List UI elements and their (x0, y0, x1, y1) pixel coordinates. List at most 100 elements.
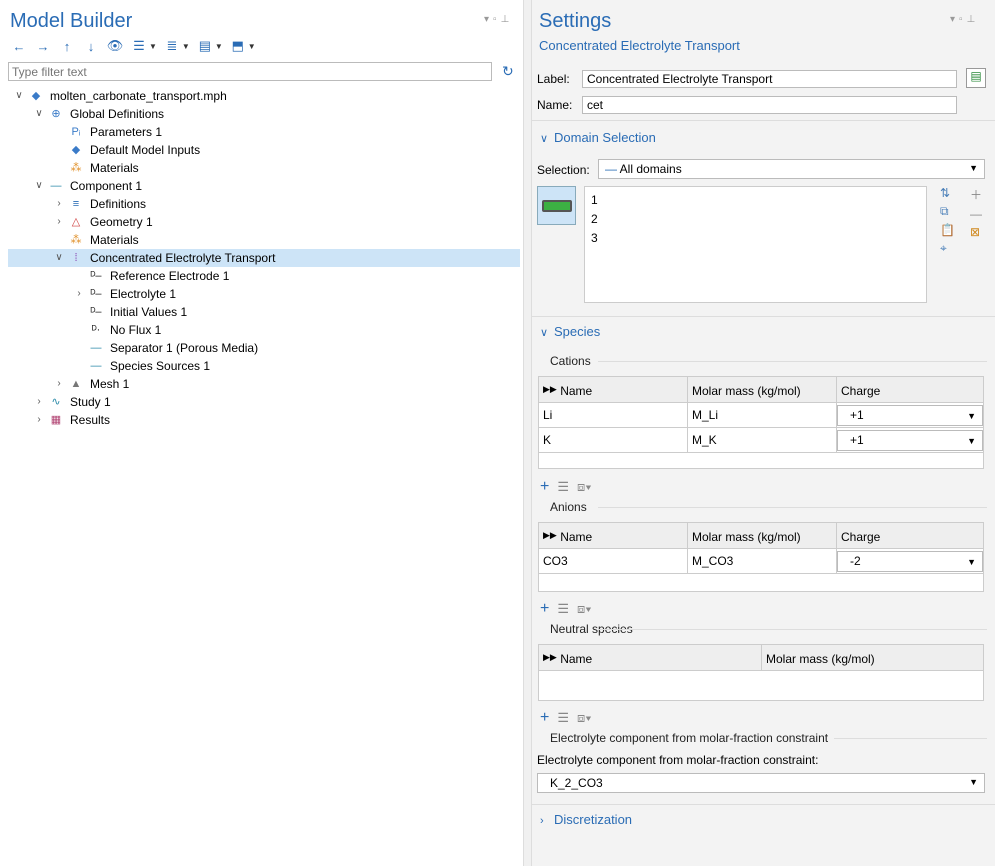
tree-node[interactable]: ᴰ– Initial Values 1 (8, 303, 520, 321)
table-options-icon[interactable]: ⧈▾ (577, 479, 592, 495)
domain-item[interactable]: 2 (591, 210, 598, 229)
refresh-icon[interactable]: ↻ (502, 63, 514, 80)
tree-node[interactable]: ⁂ Materials (8, 159, 520, 177)
expand-arrow-icon[interactable]: › (54, 375, 64, 393)
tree-node[interactable]: › ∿ Study 1 (8, 393, 520, 411)
delete-rows-icon[interactable]: ☰ (557, 710, 569, 726)
tree-node[interactable]: ∨ — Component 1 (8, 177, 520, 195)
delete-rows-icon[interactable]: ☰ (557, 601, 569, 617)
forward-icon[interactable]: → (34, 38, 52, 54)
view-menu-icon[interactable]: ▾ (950, 14, 955, 25)
pin-icon[interactable]: ⊥ (501, 14, 510, 25)
pin-icon[interactable]: ⊥ (967, 14, 976, 25)
tree-filter-input[interactable] (8, 62, 492, 81)
pane-splitter[interactable] (524, 0, 531, 866)
tree-node[interactable]: › ≡ Definitions (8, 195, 520, 213)
column-header-name[interactable]: ▶▶ Name (538, 644, 762, 671)
column-header-charge[interactable]: Charge (836, 522, 984, 549)
charge-dropdown[interactable]: +1 ▼ (837, 404, 983, 426)
label-field[interactable]: Concentrated Electrolyte Transport (582, 70, 957, 88)
tree-node[interactable]: › ▦ Results (8, 411, 520, 429)
tree-node[interactable]: Pᵢ Parameters 1 (8, 123, 520, 141)
tree-node-label: Materials (90, 233, 139, 247)
domain-item[interactable]: 3 (591, 229, 598, 248)
column-header-name[interactable]: ▶▶ Name (538, 376, 688, 403)
column-header-charge[interactable]: Charge (836, 376, 984, 403)
discretization-header[interactable]: › Discretization (540, 812, 632, 827)
minimize-icon[interactable]: ▫ (959, 14, 963, 25)
table-row[interactable]: K M_K +1 ▼ (538, 427, 984, 453)
species-name-cell[interactable]: K (538, 427, 688, 453)
expand-icon[interactable]: ☰ (130, 38, 148, 54)
tree-node-label: Parameters 1 (90, 125, 163, 139)
species-name-cell[interactable]: CO3 (538, 548, 688, 574)
name-field[interactable]: cet (582, 96, 957, 114)
expand-arrow-icon[interactable]: › (54, 213, 64, 231)
tree-node[interactable]: — Separator 1 (Porous Media) (8, 339, 520, 357)
tree-node[interactable]: ᴰ· No Flux 1 (8, 321, 520, 339)
domain-selection-header[interactable]: ∨ Domain Selection (540, 130, 656, 145)
copy-icon[interactable]: ⧉ (940, 204, 955, 219)
charge-dropdown[interactable]: +1 ▼ (837, 429, 983, 451)
tree-node[interactable]: ᴰ– Reference Electrode 1 (8, 267, 520, 285)
active-toggle-button[interactable] (537, 186, 576, 225)
tree-node[interactable]: › ᴰ– Electrolyte 1 (8, 285, 520, 303)
remove-icon[interactable]: — (970, 207, 982, 221)
show-icon[interactable]: 👁 (106, 38, 124, 54)
add-row-icon[interactable]: + (540, 600, 549, 618)
tree-node[interactable]: ∨ ◆ molten_carbonate_transport.mph (8, 87, 520, 105)
table-options-icon[interactable]: ⧈▾ (577, 710, 592, 726)
collapse-arrow-icon[interactable]: ∨ (14, 87, 24, 105)
expand-arrow-icon[interactable]: › (34, 393, 44, 411)
domain-item[interactable]: 1 (591, 191, 598, 210)
molar-mass-cell[interactable]: M_CO3 (687, 548, 837, 574)
add-row-icon[interactable]: + (540, 709, 549, 727)
empty-row (538, 573, 984, 592)
zoom-selection-icon[interactable]: ⌖ (940, 241, 955, 256)
charge-dropdown[interactable]: -2 ▼ (837, 550, 983, 572)
component-icon: — (50, 180, 62, 192)
table-options-icon[interactable]: ⧈▾ (577, 601, 592, 617)
sort-icon[interactable]: ≣ (163, 38, 181, 54)
tree-node[interactable]: ∨ ⊕ Global Definitions (8, 105, 520, 123)
collapse-arrow-icon[interactable]: ∨ (34, 105, 44, 123)
molar-mass-cell[interactable]: M_Li (687, 402, 837, 428)
select-box-icon[interactable]: ⇅ (940, 186, 955, 200)
minimize-icon[interactable]: ▫ (493, 14, 497, 25)
molar-mass-cell[interactable]: M_K (687, 427, 837, 453)
selection-dropdown[interactable]: — All domains ▼ (598, 159, 985, 179)
tree-node[interactable]: ⁂ Materials (8, 231, 520, 249)
back-icon[interactable]: ← (10, 38, 28, 54)
view-menu-icon[interactable]: ▾ (484, 14, 489, 25)
column-header-molar-mass[interactable]: Molar mass (kg/mol) (761, 644, 984, 671)
collapse-arrow-icon[interactable]: ∨ (54, 249, 64, 267)
tree-node[interactable]: ◆ Default Model Inputs (8, 141, 520, 159)
expand-arrow-icon[interactable]: › (74, 285, 84, 303)
species-header[interactable]: ∨ Species (540, 324, 600, 339)
tree-node[interactable]: › △ Geometry 1 (8, 213, 520, 231)
move-down-icon[interactable]: ↓ (82, 38, 100, 54)
column-header-molar-mass[interactable]: Molar mass (kg/mol) (687, 522, 837, 549)
paste-icon[interactable]: 📋 (940, 223, 955, 237)
collapse-arrow-icon[interactable]: ∨ (34, 177, 44, 195)
table-row[interactable]: Li M_Li +1 ▼ (538, 402, 984, 428)
move-up-icon[interactable]: ↑ (58, 38, 76, 54)
add-icon[interactable]: ＋ (970, 186, 982, 203)
tree-node[interactable]: › ▲ Mesh 1 (8, 375, 520, 393)
expand-arrow-icon[interactable]: › (54, 195, 64, 213)
clear-selection-icon[interactable]: ⊠ (970, 225, 982, 239)
species-name-cell[interactable]: Li (538, 402, 688, 428)
build-icon[interactable]: ⬒ (229, 38, 247, 54)
comment-icon[interactable]: ▤ (966, 68, 986, 88)
delete-rows-icon[interactable]: ☰ (557, 479, 569, 495)
add-row-icon[interactable]: + (540, 478, 549, 496)
expand-arrow-icon[interactable]: › (34, 411, 44, 429)
column-header-name[interactable]: ▶▶ Name (538, 522, 688, 549)
column-header-molar-mass[interactable]: Molar mass (kg/mol) (687, 376, 837, 403)
list-view-icon[interactable]: ▤ (196, 38, 214, 54)
tree-node[interactable]: ∨ ⁞ Concentrated Electrolyte Transport (8, 249, 520, 267)
tree-node[interactable]: — Species Sources 1 (8, 357, 520, 375)
table-row[interactable]: CO3 M_CO3 -2 ▼ (538, 548, 984, 574)
domain-list[interactable]: 123 (584, 186, 927, 303)
constraint-dropdown[interactable]: K_2_CO3 ▼ (537, 773, 985, 793)
